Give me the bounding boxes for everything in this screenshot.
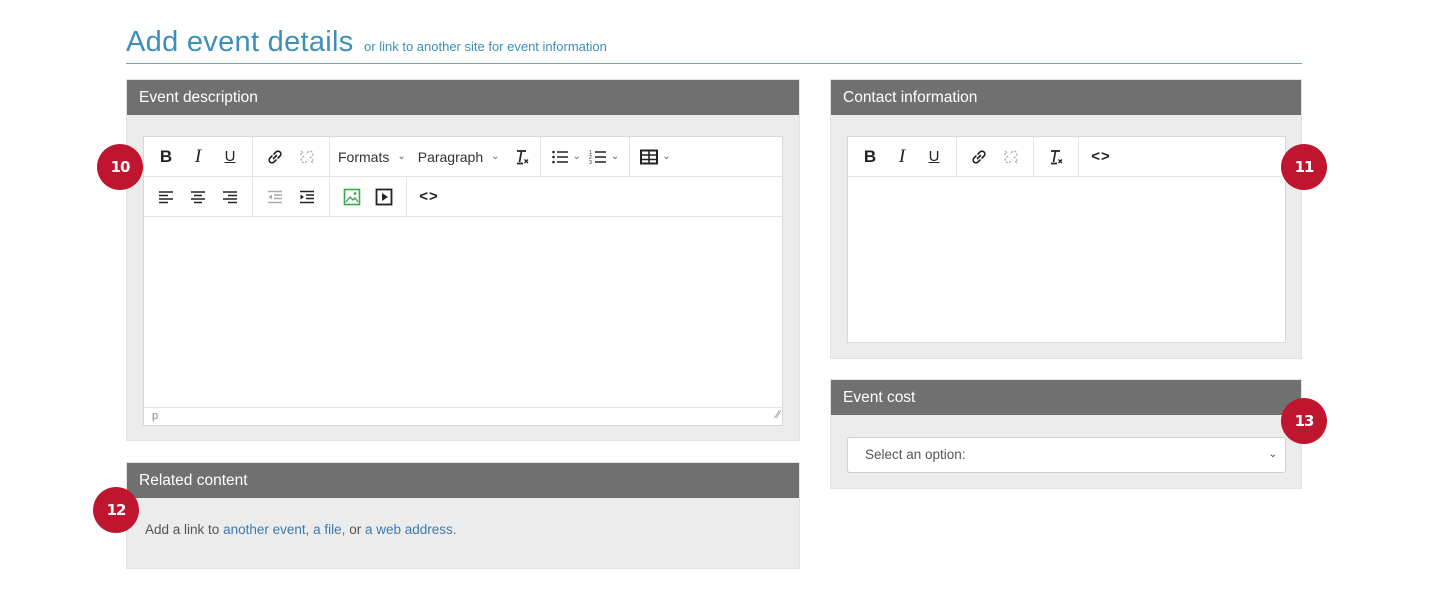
source-code-button[interactable]: <> bbox=[1085, 142, 1117, 172]
paragraph-label: Paragraph bbox=[417, 148, 484, 165]
callout-badge-12: 12 bbox=[93, 487, 139, 533]
clear-group bbox=[1034, 137, 1079, 176]
page-subtitle: or link to another site for event inform… bbox=[364, 39, 607, 54]
editor-toolbar-row-1: B I U Formats ⌄ Paragraph ⌄ ⌄ 1 2 3 ⌄ ⌄ bbox=[144, 137, 782, 177]
event-description-editor: B I U Formats ⌄ Paragraph ⌄ ⌄ 1 2 3 ⌄ ⌄ … bbox=[143, 136, 783, 426]
table-group: ⌄ bbox=[630, 137, 680, 176]
italic-button[interactable]: I bbox=[182, 142, 214, 172]
page-header: Add event details or link to another sit… bbox=[126, 24, 1302, 64]
underline-button[interactable]: U bbox=[214, 142, 246, 172]
indent-group bbox=[253, 177, 330, 216]
related-or: or bbox=[349, 522, 362, 537]
list-group: ⌄ 123 ⌄ bbox=[541, 137, 631, 176]
image-icon[interactable] bbox=[336, 182, 368, 212]
link-icon[interactable] bbox=[259, 142, 291, 172]
file-link[interactable]: a file, bbox=[313, 522, 345, 537]
clear-formatting-icon[interactable] bbox=[506, 142, 538, 172]
bold-button[interactable]: B bbox=[854, 142, 886, 172]
bullet-list-icon bbox=[551, 150, 568, 163]
chevron-down-icon: ⌄ bbox=[397, 151, 406, 162]
another-event-link[interactable]: another event, bbox=[223, 522, 309, 537]
event-cost-panel: Event cost Select an option: ⌄ bbox=[830, 379, 1302, 489]
formats-label: Formats bbox=[338, 148, 390, 165]
link-icon[interactable] bbox=[963, 142, 995, 172]
chevron-down-icon: ⌄ bbox=[572, 151, 581, 162]
event-cost-header: Event cost bbox=[831, 380, 1301, 415]
bold-button[interactable]: B bbox=[150, 142, 182, 172]
source-group: <> bbox=[407, 177, 451, 216]
text-style-group: B I U bbox=[144, 137, 253, 176]
web-address-link[interactable]: a web address. bbox=[365, 522, 457, 537]
resize-handle-icon[interactable]: ∕∕ bbox=[776, 407, 780, 424]
chevron-down-icon: ⌄ bbox=[1268, 449, 1277, 460]
callout-badge-10: 10 bbox=[97, 144, 143, 190]
contact-information-header: Contact information bbox=[831, 80, 1301, 115]
svg-text:3: 3 bbox=[589, 160, 592, 165]
underline-button[interactable]: U bbox=[918, 142, 950, 172]
related-content-header: Related content bbox=[127, 463, 799, 498]
related-prefix: Add a link to bbox=[145, 522, 220, 537]
related-content-text: Add a link to another event, a file, or … bbox=[145, 522, 457, 537]
editor-toolbar-row-2: <> bbox=[144, 177, 782, 217]
table-button[interactable]: ⌄ bbox=[636, 149, 674, 165]
source-group: <> bbox=[1079, 137, 1123, 176]
clear-formatting-icon[interactable] bbox=[1040, 142, 1072, 172]
align-group bbox=[144, 177, 253, 216]
align-left-icon[interactable] bbox=[150, 182, 182, 212]
indent-icon[interactable] bbox=[291, 182, 323, 212]
paragraph-dropdown[interactable]: Paragraph ⌄ bbox=[412, 137, 506, 176]
format-group: Formats ⌄ Paragraph ⌄ bbox=[330, 137, 541, 176]
callout-badge-11: 11 bbox=[1281, 144, 1327, 190]
contact-information-editor: B I U <> bbox=[847, 136, 1286, 343]
chevron-down-icon: ⌄ bbox=[491, 151, 500, 162]
italic-button[interactable]: I bbox=[886, 142, 918, 172]
callout-badge-13: 13 bbox=[1281, 398, 1327, 444]
outdent-icon[interactable] bbox=[259, 182, 291, 212]
contact-toolbar: B I U <> bbox=[848, 137, 1285, 177]
chevron-down-icon: ⌄ bbox=[662, 151, 671, 162]
video-icon[interactable] bbox=[368, 182, 400, 212]
element-path: p bbox=[152, 410, 159, 422]
related-content-panel: Related content Add a link to another ev… bbox=[126, 462, 800, 569]
page-title: Add event details bbox=[126, 26, 354, 58]
event-description-panel: Event description B I U Formats ⌄ Paragr… bbox=[126, 79, 800, 441]
media-group bbox=[330, 177, 407, 216]
event-description-header: Event description bbox=[127, 80, 799, 115]
link-group bbox=[253, 137, 330, 176]
chevron-down-icon: ⌄ bbox=[610, 151, 620, 162]
text-style-group: B I U bbox=[848, 137, 957, 176]
numbered-list-icon: 123 bbox=[589, 150, 606, 165]
numbered-list-button[interactable]: 123 ⌄ bbox=[585, 149, 623, 165]
table-icon bbox=[640, 149, 659, 164]
event-cost-select[interactable]: Select an option: ⌄ bbox=[847, 437, 1286, 473]
event-description-textarea[interactable] bbox=[144, 218, 782, 407]
unlink-icon[interactable] bbox=[291, 142, 323, 172]
link-group bbox=[957, 137, 1034, 176]
bullet-list-button[interactable]: ⌄ bbox=[547, 149, 585, 165]
event-cost-select-value: Select an option: bbox=[865, 447, 966, 462]
unlink-icon[interactable] bbox=[995, 142, 1027, 172]
align-center-icon[interactable] bbox=[182, 182, 214, 212]
formats-dropdown[interactable]: Formats ⌄ bbox=[332, 137, 412, 176]
contact-information-textarea[interactable] bbox=[848, 178, 1285, 342]
editor-statusbar: p ∕∕ bbox=[144, 407, 782, 425]
contact-information-panel: Contact information B I U <> bbox=[830, 79, 1302, 359]
source-code-button[interactable]: <> bbox=[413, 182, 445, 212]
align-right-icon[interactable] bbox=[214, 182, 246, 212]
